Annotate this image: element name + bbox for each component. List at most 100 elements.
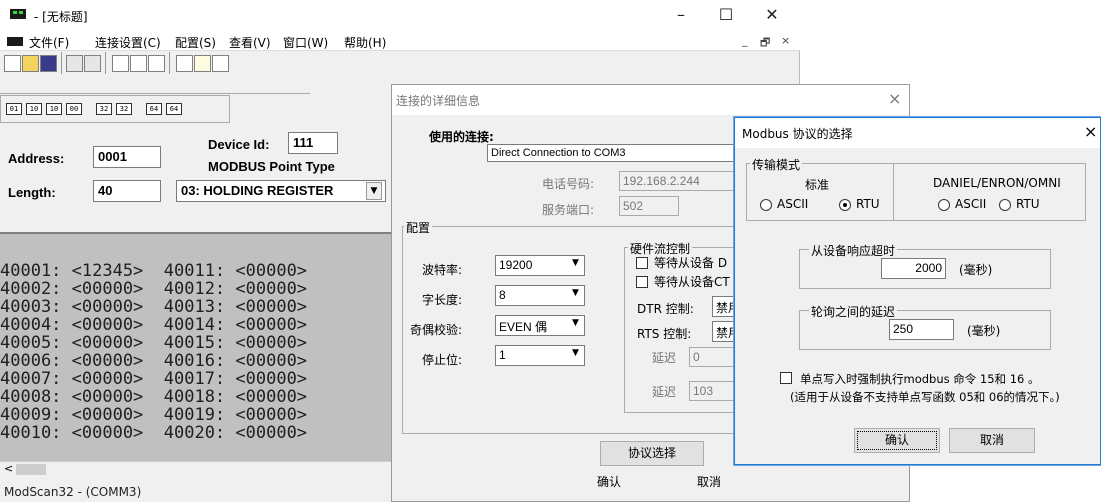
point-type-select[interactable]: 03: HOLDING REGISTER — [176, 180, 386, 202]
std-rtu-label: RTU — [856, 197, 880, 211]
port-label: 服务端口: — [542, 203, 595, 217]
close-button[interactable]: ✕ — [749, 4, 795, 28]
use-connection-label: 使用的连接: — [429, 130, 494, 144]
phone-label: 电话号码: — [542, 177, 595, 191]
poll-delay-input[interactable]: 250 — [889, 319, 954, 340]
conn-ok-button[interactable]: 确认 — [562, 471, 656, 496]
mdi-doc-icon[interactable] — [7, 37, 23, 46]
menu-view[interactable]: 查看(V) — [229, 34, 271, 51]
mode-01-button[interactable]: 01 — [6, 103, 22, 115]
connect-icon[interactable] — [66, 55, 83, 72]
chevron-down-icon[interactable]: ▼ — [572, 348, 579, 358]
address-label: Address: — [8, 151, 65, 166]
chevron-down-icon[interactable]: ▼ — [572, 288, 579, 298]
poll-delay-unit: (毫秒) — [967, 324, 1001, 338]
toolbar: 01 10 10 00 32 32 64 64 — [0, 52, 310, 122]
mode-32b-button[interactable]: 32 — [116, 103, 132, 115]
parity-label: 奇偶校验: — [410, 323, 463, 337]
chevron-down-icon[interactable]: ▼ — [572, 318, 579, 328]
force-multi-write-checkbox[interactable] — [780, 372, 792, 384]
mdi-close[interactable]: × — [781, 34, 790, 47]
toolbar-separator — [105, 52, 106, 74]
modbus-dialog-close-button[interactable]: × — [1084, 122, 1097, 141]
daniel-ascii-radio[interactable] — [938, 199, 950, 211]
app-icon — [10, 9, 26, 19]
toolbar-separator — [169, 52, 170, 74]
context-help-icon[interactable] — [212, 55, 229, 72]
dialog-close-button[interactable]: × — [888, 89, 901, 108]
help-icon[interactable] — [194, 55, 211, 72]
menu-connection[interactable]: 连接设置(C) — [95, 34, 161, 51]
mode-toolbar: 01 10 10 00 32 32 64 64 — [0, 95, 230, 123]
stopbits-label: 停止位: — [422, 353, 463, 367]
phone-input[interactable]: 192.168.2.244 — [619, 171, 737, 191]
length-input[interactable]: 40 — [93, 180, 161, 202]
timeout-group-title: 从设备响应超时 — [809, 242, 898, 259]
register-row: 40003: <00000> 40013: <00000> — [0, 297, 308, 317]
daniel-rtu-radio[interactable] — [999, 199, 1011, 211]
menu-file[interactable]: 文件(F) — [29, 34, 69, 51]
standard-label: 标准 — [805, 178, 830, 192]
mode-32-button[interactable]: 32 — [96, 103, 112, 115]
config-group-title: 配置 — [404, 219, 433, 236]
menu-help[interactable]: 帮助(H) — [344, 34, 386, 51]
maximize-button[interactable]: ☐ — [703, 4, 749, 28]
mdi-restore[interactable]: 🗗 — [760, 34, 770, 53]
delay2-label: 延迟 — [652, 385, 677, 399]
connection-select[interactable]: Direct Connection to COM3 — [487, 144, 737, 162]
daniel-ascii-label: ASCII — [955, 197, 987, 211]
print-icon[interactable] — [176, 55, 193, 72]
address-input[interactable]: 0001 — [93, 146, 161, 168]
dialog-title: 连接的详细信息 — [396, 94, 481, 108]
mode-10-button[interactable]: 10 — [26, 103, 42, 115]
new-icon[interactable] — [4, 55, 21, 72]
register-row: 40002: <00000> 40012: <00000> — [0, 279, 308, 299]
save-icon[interactable] — [40, 55, 57, 72]
register-row: 40001: <12345> 40011: <00000> — [0, 261, 308, 281]
menu-setup[interactable]: 配置(S) — [175, 34, 216, 51]
conn-cancel-button[interactable]: 取消 — [662, 471, 756, 496]
status-text: ModScan32 - (COMM3) — [4, 485, 142, 499]
mode-64-button[interactable]: 64 — [146, 103, 162, 115]
wordlen-label: 字长度: — [422, 293, 463, 307]
delay1-label: 延迟 — [652, 351, 677, 365]
chevron-down-icon[interactable]: ▼ — [366, 182, 382, 200]
mdi-minimize[interactable]: _ — [742, 34, 748, 47]
horizontal-scrollbar[interactable]: < — [0, 461, 392, 477]
log-icon[interactable] — [148, 55, 165, 72]
poll-icon[interactable] — [130, 55, 147, 72]
open-icon[interactable] — [22, 55, 39, 72]
wait-cts-checkbox[interactable] — [636, 276, 648, 288]
wordlen-value: 8 — [499, 288, 506, 302]
disconnect-icon[interactable] — [84, 55, 101, 72]
transfer-mode-divider — [893, 163, 894, 221]
mode-00-button[interactable]: 00 — [66, 103, 82, 115]
display-icon[interactable] — [112, 55, 129, 72]
connection-value: Direct Connection to COM3 — [491, 147, 626, 159]
mode-64b-button[interactable]: 64 — [166, 103, 182, 115]
register-row: 40006: <00000> 40016: <00000> — [0, 351, 308, 371]
timeout-input[interactable]: 2000 — [881, 258, 946, 279]
modbus-cancel-button[interactable]: 取消 — [949, 428, 1035, 453]
scroll-left-icon[interactable]: < — [4, 462, 13, 475]
register-row: 40007: <00000> 40017: <00000> — [0, 369, 308, 389]
scroll-thumb[interactable] — [16, 464, 46, 475]
menu-window[interactable]: 窗口(W) — [283, 34, 328, 51]
device-id-input[interactable]: 111 — [288, 132, 338, 154]
device-id-label: Device Id: — [208, 137, 270, 152]
std-ascii-radio[interactable] — [760, 199, 772, 211]
mode-10b-button[interactable]: 10 — [46, 103, 62, 115]
port-input[interactable]: 502 — [619, 196, 679, 216]
modbus-ok-button[interactable]: 确认 — [854, 428, 940, 453]
poll-delay-title: 轮询之间的延迟 — [809, 303, 898, 320]
point-panel: Address: 0001 Device Id: 111 MODBUS Poin… — [0, 125, 392, 231]
modbus-protocol-dialog: Modbus 协议的选择 × 传输模式 标准 DANIEL/ENRON/OMNI… — [734, 117, 1101, 465]
protocol-select-button[interactable]: 协议选择 — [600, 441, 704, 466]
dialog-title-bar: 连接的详细信息 × — [392, 85, 909, 115]
std-rtu-radio[interactable] — [839, 199, 851, 211]
chevron-down-icon[interactable]: ▼ — [572, 258, 579, 268]
transfer-mode-title: 传输模式 — [750, 156, 803, 173]
wait-dsr-checkbox[interactable] — [636, 257, 648, 269]
minimize-button[interactable]: – — [658, 4, 704, 28]
daniel-rtu-label: RTU — [1016, 197, 1040, 211]
